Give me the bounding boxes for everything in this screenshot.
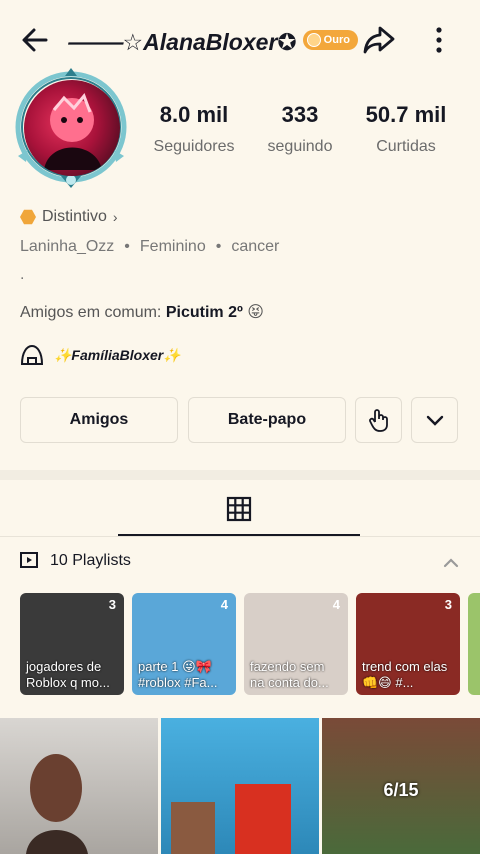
playlist-video-count: 4 bbox=[220, 597, 228, 612]
dropdown-button[interactable] bbox=[411, 397, 458, 443]
stat-following[interactable]: 333 seguindo bbox=[250, 102, 350, 156]
stat-value: 50.7 mil bbox=[365, 102, 447, 127]
profile-details: Laninha_Ozz • Feminino • cancer bbox=[20, 238, 279, 256]
mutual-friends[interactable]: Amigos em comum: Picutim 2º 😝 bbox=[20, 302, 264, 322]
username: Laninha_Ozz bbox=[20, 238, 115, 255]
badge-link-label: Distintivo bbox=[42, 208, 107, 225]
tier-badge-label: Ouro bbox=[323, 34, 350, 46]
mutual-friend-emoji: 😝 bbox=[247, 304, 264, 321]
playlist-title: fazendo sem na conta do... bbox=[250, 659, 329, 690]
separator: • bbox=[124, 238, 130, 255]
profile-name: ⸻☆AlanaBloxer✪ bbox=[66, 29, 297, 55]
playlist-card-partial[interactable] bbox=[468, 593, 480, 695]
zodiac-sign: cancer bbox=[231, 238, 280, 255]
share-icon[interactable] bbox=[360, 22, 398, 58]
stat-likes[interactable]: 50.7 mil Curtidas bbox=[356, 102, 456, 156]
profile-title: ⸻☆AlanaBloxer✪ Ouro bbox=[66, 24, 358, 56]
stat-label: Seguidores bbox=[153, 138, 235, 155]
family-group[interactable]: ✨FamíliaBloxer✨ bbox=[20, 344, 181, 366]
mutual-friend-name: Picutim 2º bbox=[165, 304, 243, 321]
group-icon bbox=[20, 344, 44, 365]
avatar[interactable] bbox=[24, 80, 120, 176]
avatar-art bbox=[44, 93, 102, 170]
poke-button[interactable] bbox=[355, 397, 402, 443]
mutual-friends-label: Amigos em comum: bbox=[20, 304, 162, 321]
playlist-card[interactable]: 4 fazendo sem na conta do... bbox=[244, 593, 348, 695]
tier-badge[interactable]: Ouro bbox=[302, 30, 358, 50]
gender: Feminino bbox=[139, 238, 206, 255]
chevron-up-icon[interactable] bbox=[440, 552, 462, 574]
friends-button[interactable]: Amigos bbox=[20, 397, 178, 443]
section-divider bbox=[0, 470, 480, 480]
stat-value: 8.0 mil bbox=[159, 102, 229, 127]
grid-icon[interactable] bbox=[226, 496, 252, 522]
chevron-down-icon bbox=[426, 415, 443, 426]
tab-bar-border bbox=[0, 536, 480, 537]
playlist-card[interactable]: 3 jogadores de Roblox q mo... bbox=[20, 593, 124, 695]
playlist-video-count: 4 bbox=[332, 597, 340, 612]
video-thumbnail[interactable] bbox=[161, 718, 319, 854]
chat-button[interactable]: Bate-papo bbox=[188, 397, 346, 443]
playlist-card[interactable]: 4 parte 1 😜🎀 #roblox #Fa... bbox=[132, 593, 236, 695]
coin-icon bbox=[306, 33, 321, 47]
badge-link[interactable]: Distintivo › bbox=[20, 208, 118, 226]
stat-followers[interactable]: 8.0 mil Seguidores bbox=[140, 102, 248, 156]
hexagon-badge-icon bbox=[20, 209, 36, 225]
back-arrow-icon[interactable] bbox=[18, 22, 54, 58]
bio-text: . bbox=[20, 266, 25, 283]
playlist-icon bbox=[20, 552, 38, 568]
playlists-count-label: 10 Playlists bbox=[50, 552, 131, 569]
playlist-video-count: 3 bbox=[444, 597, 452, 612]
playlist-video-count: 3 bbox=[108, 597, 116, 612]
video-thumbnail-art bbox=[171, 784, 291, 854]
video-thumbnail[interactable]: 6/15 bbox=[322, 718, 480, 854]
video-slide-counter: 6/15 bbox=[383, 780, 419, 800]
playlist-title: parte 1 😜🎀 #roblox #Fa... bbox=[138, 659, 218, 690]
playlist-title: trend com elas 👊😄 #... bbox=[362, 659, 448, 690]
video-thumbnail-art bbox=[26, 754, 88, 854]
chevron-right-icon: › bbox=[112, 209, 118, 225]
family-group-name: ✨FamíliaBloxer✨ bbox=[54, 346, 181, 363]
playlists-header[interactable]: 10 Playlists bbox=[20, 552, 131, 570]
playlist-title: jogadores de Roblox q mo... bbox=[26, 659, 110, 690]
more-options-icon[interactable] bbox=[428, 22, 450, 58]
separator: • bbox=[215, 238, 222, 255]
playlist-card[interactable]: 3 trend com elas 👊😄 #... bbox=[356, 593, 460, 695]
stat-label: seguindo bbox=[267, 138, 333, 155]
stat-label: Curtidas bbox=[376, 138, 436, 155]
stat-value: 333 bbox=[281, 102, 319, 127]
hand-tap-icon bbox=[368, 409, 388, 432]
video-thumbnail[interactable] bbox=[0, 718, 158, 854]
